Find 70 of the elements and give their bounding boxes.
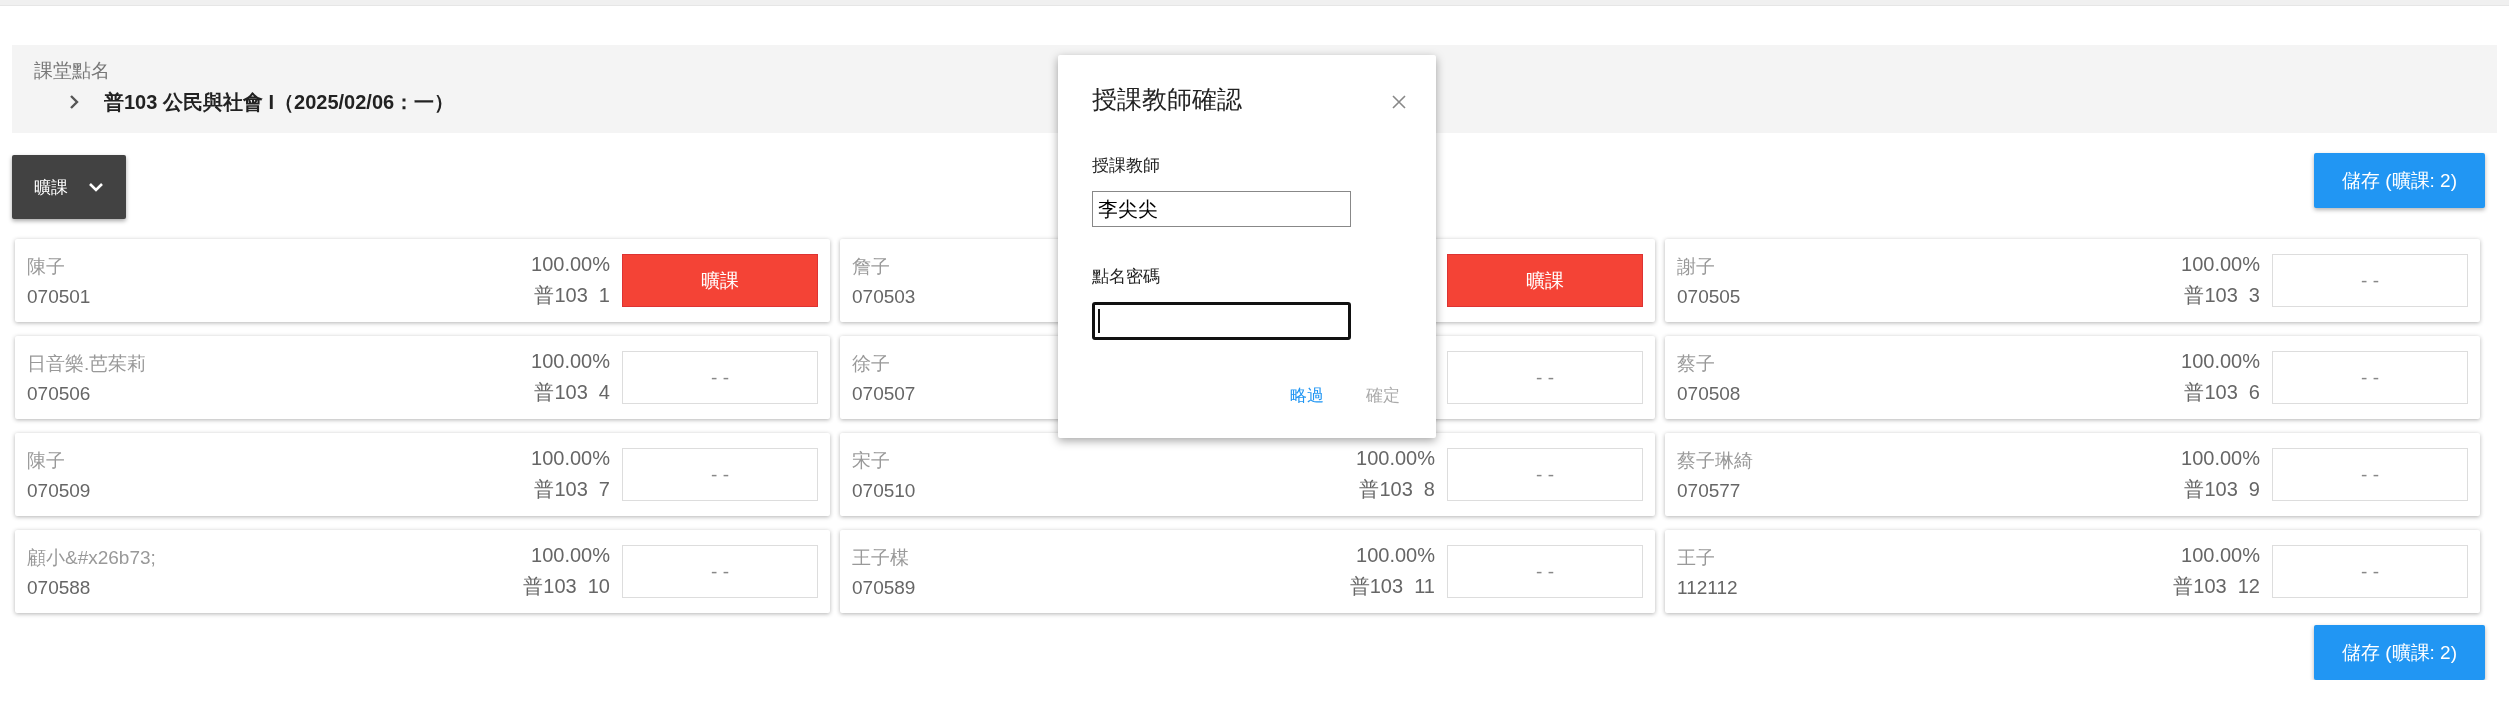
attendance-status-button[interactable]: - - xyxy=(2272,448,2468,501)
dialog-title: 授課教師確認 xyxy=(1092,84,1242,115)
seat-number: 普103 4 xyxy=(534,379,610,405)
close-icon[interactable] xyxy=(1392,94,1406,109)
student-id: 070505 xyxy=(1677,285,1741,308)
student-name: 蔡子 xyxy=(1677,351,1715,376)
student-name: 謝子 xyxy=(1677,254,1715,279)
course-title: 普103 公民與社會 I（2025/02/06：一） xyxy=(104,90,455,115)
student-id: 070506 xyxy=(27,382,91,405)
skip-button[interactable]: 略過 xyxy=(1290,384,1324,407)
attendance-rate: 100.00% xyxy=(2181,252,2260,276)
password-input-field[interactable] xyxy=(1092,302,1351,340)
seat-number: 普103 6 xyxy=(2184,379,2260,405)
student-id: 070510 xyxy=(852,479,916,502)
seat-number: 普103 11 xyxy=(1349,573,1435,599)
field-label: 點名密碼 xyxy=(1092,266,1161,288)
student-name: 蔡子琳綺 xyxy=(1677,448,1753,473)
save-button[interactable]: 儲存 (曠課: 2) xyxy=(2313,625,2485,680)
attendance-rate: 100.00% xyxy=(531,252,610,276)
save-button[interactable]: 儲存 (曠課: 2) xyxy=(2313,153,2485,208)
student-name: 徐子 xyxy=(852,351,890,376)
student-id: 070509 xyxy=(27,479,91,502)
student-id: 070508 xyxy=(1677,382,1741,405)
seat-number: 普103 1 xyxy=(534,282,610,308)
student-id: 112112 xyxy=(1677,576,1738,599)
attendance-status-button[interactable]: 曠課 xyxy=(1447,254,1643,307)
seat-number: 普103 3 xyxy=(2184,282,2260,308)
attendance-rate: 100.00% xyxy=(1356,446,1435,470)
student-name: 詹子 xyxy=(852,254,890,279)
page-title: 課堂點名 xyxy=(34,59,110,83)
field-label: 授課教師 xyxy=(1092,155,1161,177)
attendance-status-button[interactable]: - - xyxy=(1447,351,1643,404)
attendance-rate: 100.00% xyxy=(2181,349,2260,373)
student-name: 王子楳 xyxy=(852,545,909,570)
attendance-status-button[interactable]: - - xyxy=(622,448,818,501)
student-id: 070588 xyxy=(27,576,91,599)
attendance-rate: 100.00% xyxy=(531,349,610,373)
attendance-rate: 100.00% xyxy=(2181,446,2260,470)
student-id: 070503 xyxy=(852,285,916,308)
attendance-rate: 100.00% xyxy=(531,446,610,470)
attendance-rate: 100.00% xyxy=(2181,543,2260,567)
student-id: 070589 xyxy=(852,576,916,599)
seat-number: 普103 7 xyxy=(534,476,610,502)
student-name: 陳子 xyxy=(27,254,65,279)
attendance-status-button[interactable]: 曠課 xyxy=(622,254,818,307)
seat-number: 普103 12 xyxy=(2173,573,2260,599)
chevron-right-icon[interactable] xyxy=(68,94,80,110)
attendance-status-button[interactable]: - - xyxy=(2272,351,2468,404)
student-name: 日音樂.芭茱莉 xyxy=(27,351,147,376)
attendance-status-button[interactable]: - - xyxy=(2272,545,2468,598)
seat-number: 普103 10 xyxy=(523,573,610,599)
student-name: 陳子 xyxy=(27,448,65,473)
attendance-status-button[interactable]: - - xyxy=(1447,448,1643,501)
student-id: 070577 xyxy=(1677,479,1741,502)
seat-number: 普103 8 xyxy=(1359,476,1435,502)
student-id: 070507 xyxy=(852,382,916,405)
attendance-status-button[interactable]: - - xyxy=(2272,254,2468,307)
student-id: 070501 xyxy=(27,285,91,308)
attendance-rate: 100.00% xyxy=(1356,543,1435,567)
attendance-status-button[interactable]: - - xyxy=(1447,545,1643,598)
seat-number: 普103 9 xyxy=(2184,476,2260,502)
chevron-down-icon xyxy=(88,181,104,193)
attendance-rate: 100.00% xyxy=(531,543,610,567)
student-name: 王子 xyxy=(1677,545,1715,570)
student-name: 宋子 xyxy=(852,448,890,473)
teacher-input-field[interactable]: 李尖尖 xyxy=(1092,191,1351,227)
attendance-status-button[interactable]: - - xyxy=(622,545,818,598)
student-name: 顧小&#x26b73; xyxy=(27,545,156,570)
filter-dropdown-button[interactable]: 曠課 xyxy=(12,155,126,219)
attendance-status-button[interactable]: - - xyxy=(622,351,818,404)
